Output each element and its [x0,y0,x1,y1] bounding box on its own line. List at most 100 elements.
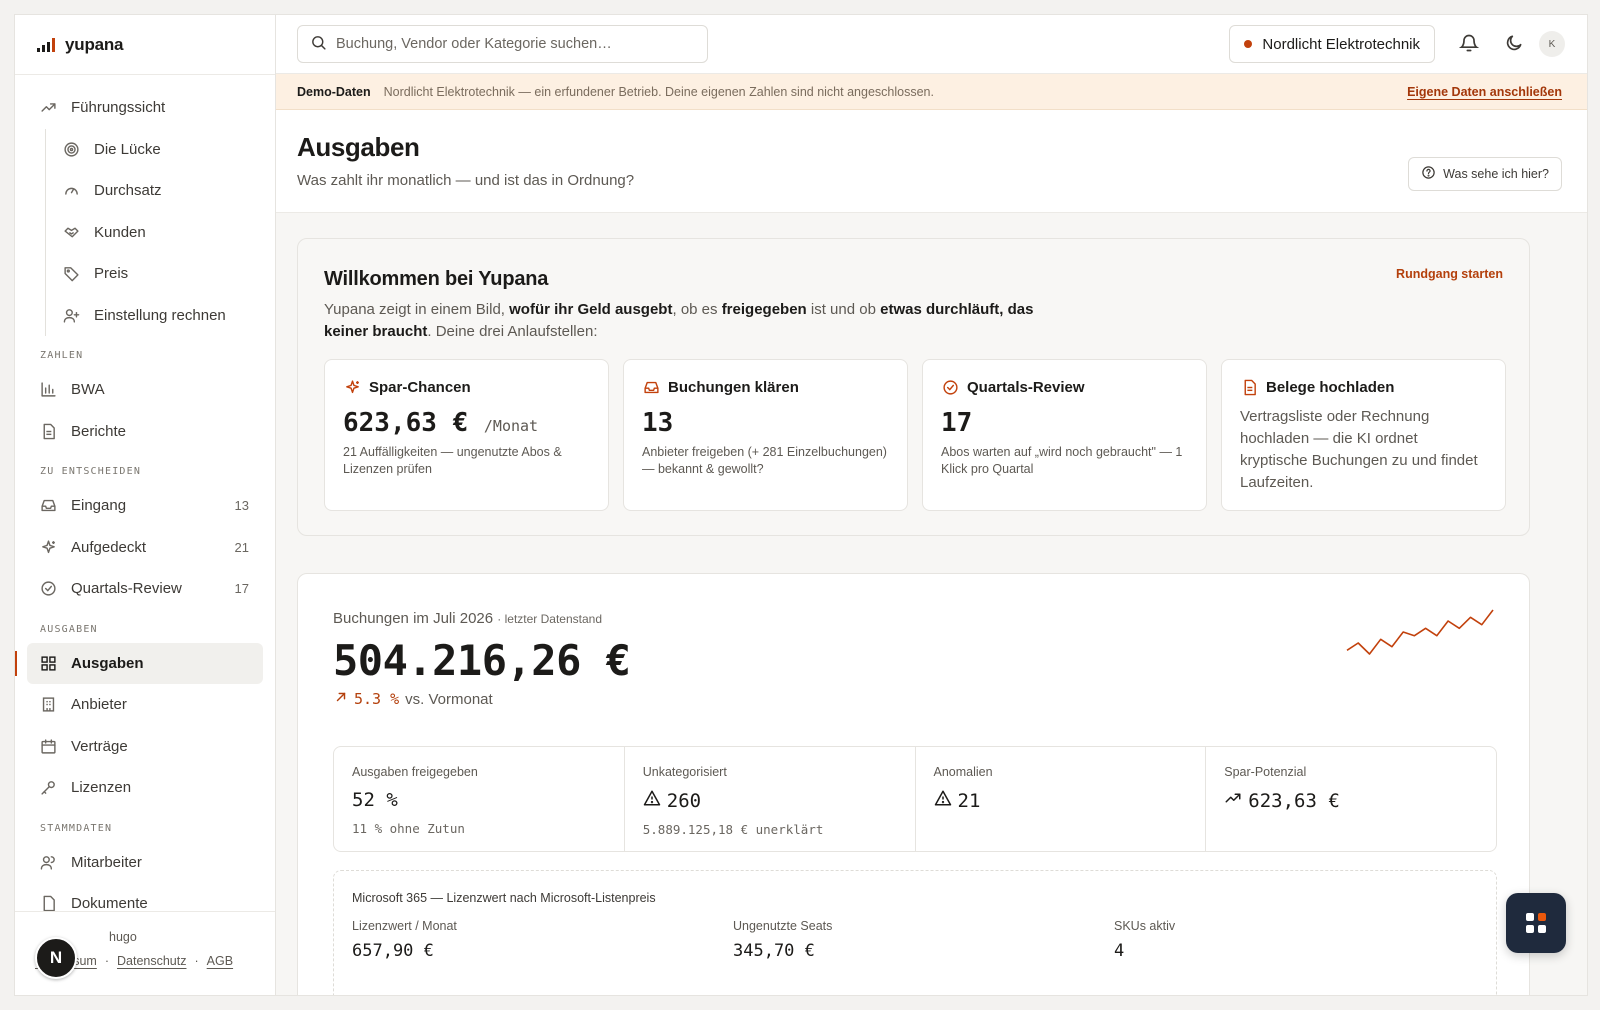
sidebar-item-eingang[interactable]: Eingang 13 [15,485,275,527]
sidebar-item-label: Die Lücke [94,140,161,158]
kpi-spar-potenzial[interactable]: Spar-Potenzial 623,63 € [1206,747,1496,851]
moon-icon[interactable] [1504,33,1526,55]
help-label: Was sehe ich hier? [1443,167,1549,181]
sidebar-item-mitarbeiter[interactable]: Mitarbeiter [15,842,275,884]
company-switcher-button[interactable]: Nordlicht Elektrotechnik [1229,25,1435,63]
sidebar-item-aufgedeckt[interactable]: Aufgedeckt 21 [15,527,275,569]
card-value: 17 [941,408,973,438]
card-buchungen-klaeren[interactable]: Buchungen klären 13 Anbieter freigeben (… [623,359,908,511]
welcome-title: Willkommen bei Yupana [324,268,549,290]
sidebar-item-berichte[interactable]: Berichte [15,411,275,453]
kpi-value: 260 [643,789,897,812]
kpi-anomalien[interactable]: Anomalien 21 [916,747,1207,851]
tag-icon [62,265,80,283]
card-quartals-review[interactable]: Quartals-Review 17 Abos warten auf „wird… [922,359,1207,511]
trend-up-icon [39,99,57,117]
welcome-intro: Yupana zeigt in einem Bild, wofür ihr Ge… [324,301,1034,340]
count-badge: 13 [234,498,249,514]
section-label-entscheiden: ZU ENTSCHEIDEN [40,466,142,477]
search-icon [310,34,327,55]
sidebar-item-kunden[interactable]: Kunden [46,212,275,254]
document-icon [39,422,57,440]
n-badge-button[interactable]: N [35,937,77,979]
ms-ungenutzte-seats: Ungenutzte Seats 345,70 € [733,919,833,961]
sidebar-item-lizenzen[interactable]: Lizenzen [15,767,275,809]
kpi-value: 21 [934,789,1188,812]
sidebar-item-ausgaben[interactable]: Ausgaben [15,642,263,684]
card-value: 623,63 € /Monat [343,408,539,438]
bar-chart-icon [39,381,57,399]
help-button[interactable]: Was sehe ich hier? [1408,157,1562,191]
handshake-icon [62,223,80,241]
ms-title: Microsoft 365 — Lizenzwert nach Microsof… [352,891,656,905]
datenschutz-link[interactable]: Datenschutz [117,954,186,968]
sidebar-item-label: BWA [71,381,105,399]
sidebar-item-fuehrungssicht[interactable]: Führungssicht [15,87,275,129]
card-belege-hochladen[interactable]: Belege hochladen Vertragsliste oder Rech… [1221,359,1506,511]
sidebar-item-label: Kunden [94,223,146,241]
search-placeholder: Buchung, Vendor oder Kategorie suchen… [336,36,612,52]
sidebar-item-einstellung-rechnen[interactable]: Einstellung rechnen [46,295,275,337]
user-name: hugo [109,930,137,944]
sidebar-item-bwa[interactable]: BWA [15,369,275,411]
card-title: Buchungen klären [668,378,799,396]
agb-link[interactable]: AGB [207,954,233,968]
document-icon [1240,378,1258,396]
sidebar-item-label: Quartals-Review [71,580,182,598]
sidebar-item-label: Aufgedeckt [71,538,147,556]
kpi-freigegeben[interactable]: Ausgaben freigegeben 52 % 11 % ohne Zutu… [334,747,625,851]
sidebar-item-label: Einstellung rechnen [94,306,226,324]
sidebar-item-label: Lizenzen [71,779,132,797]
start-tour-link[interactable]: Rundgang starten [1396,267,1503,281]
brand-name: yupana [65,34,124,54]
company-name: Nordlicht Elektrotechnik [1262,35,1420,53]
logo-icon [37,37,55,52]
status-dot [1244,40,1253,48]
warning-icon [934,789,952,812]
card-spar-chancen[interactable]: Spar-Chancen 623,63 € /Monat 21 Auffälli… [324,359,609,511]
card-value: 13 [642,408,674,438]
connect-data-link[interactable]: Eigene Daten anschließen [1407,85,1562,99]
bookings-delta: 5.3 % vs. Vormonat [334,690,493,708]
demo-tag: Demo-Daten [297,84,371,99]
sidebar-item-label: Mitarbeiter [71,853,142,871]
check-circle-icon [941,378,959,396]
microsoft-license-card: Microsoft 365 — Lizenzwert nach Microsof… [333,870,1497,995]
sidebar-item-die-luecke[interactable]: Die Lücke [46,129,275,171]
sidebar-item-label: Durchsatz [94,182,162,200]
users-icon [39,853,57,871]
page-header: Ausgaben Was zahlt ihr monatlich — und i… [276,110,1587,213]
apps-launcher-button[interactable] [1506,893,1566,953]
demo-banner: Demo-Daten Nordlicht Elektrotechnik — ei… [276,74,1587,110]
bell-icon[interactable] [1458,33,1481,55]
kpi-unkategorisiert[interactable]: Unkategorisiert 260 5.889.125,18 € unerk… [625,747,916,851]
avatar[interactable]: K [1539,31,1565,57]
delta-text: vs. Vormonat [405,690,493,708]
sidebar-item-anbieter[interactable]: Anbieter [15,684,275,726]
bookings-label: Buchungen im Juli 2026 · letzter Datenst… [333,610,602,627]
page-title: Ausgaben [297,132,420,162]
section-label-zahlen: ZAHLEN [40,350,84,361]
topbar: Buchung, Vendor oder Kategorie suchen… N… [276,15,1587,74]
card-title: Spar-Chancen [369,378,471,396]
section-label-ausgaben: AUSGABEN [40,623,98,635]
sidebar-item-vertraege[interactable]: Verträge [15,726,275,768]
main-content: Willkommen bei Yupana Rundgang starten Y… [276,213,1587,995]
sidebar-item-durchsatz[interactable]: Durchsatz [46,170,275,212]
warning-icon [643,789,661,812]
sidebar-item-preis[interactable]: Preis [46,253,275,295]
sidebar-item-label: Dokumente [71,895,148,913]
entry-points: Spar-Chancen 623,63 € /Monat 21 Auffälli… [324,359,1506,511]
search-input[interactable]: Buchung, Vendor oder Kategorie suchen… [297,25,708,63]
sidebar-item-label: Eingang [71,497,127,515]
kpi-value: 52 % [352,789,398,811]
target-icon [62,140,80,158]
app-window: yupana Führungssicht Die Lücke Durchsatz… [14,14,1588,996]
kpi-label: Anomalien [933,765,993,779]
card-description: Anbieter freigeben (+ 281 Einzelbuchunge… [642,445,887,476]
sparkle-icon [39,538,57,556]
sidebar-item-quartals-review[interactable]: Quartals-Review 17 [15,568,275,610]
logo[interactable]: yupana [15,15,275,75]
demo-text: Nordlicht Elektrotechnik — ein erfundene… [383,84,934,99]
trend-up-icon [1224,789,1242,812]
